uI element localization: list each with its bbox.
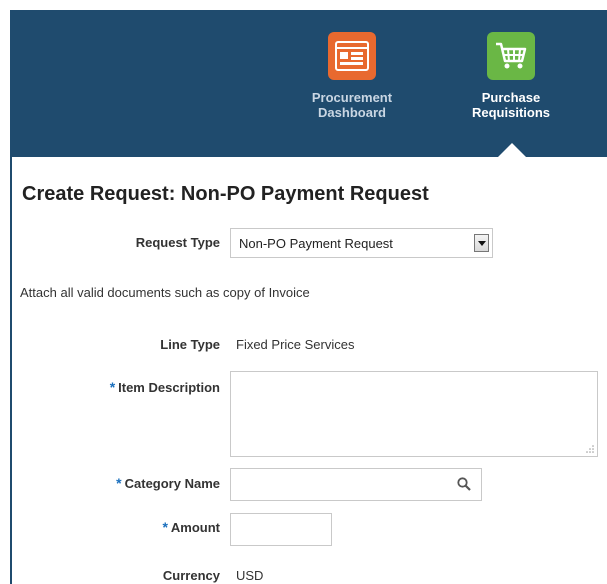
required-indicator: *	[116, 475, 122, 491]
required-indicator: *	[162, 519, 168, 535]
category-name-label: * Category Name	[116, 475, 220, 491]
nav-purchase-label: Purchase Requisitions	[471, 90, 550, 120]
attach-note: Attach all valid documents such as copy …	[20, 285, 310, 300]
app-header: Procurement Dashboard Purchase Requisiti…	[10, 10, 607, 157]
page-title: Create Request: Non-PO Payment Request	[22, 183, 429, 205]
search-icon[interactable]	[457, 477, 471, 491]
chevron-down-icon[interactable]	[474, 234, 489, 252]
nav-procurement-dashboard[interactable]: Procurement Dashboard	[292, 32, 412, 120]
top-strip	[0, 0, 607, 10]
currency-label: Currency	[162, 568, 220, 583]
request-type-value: Non-PO Payment Request	[239, 236, 393, 251]
amount-field[interactable]	[230, 513, 332, 546]
main-content: Create Request: Non-PO Payment Request R…	[12, 157, 607, 584]
dashboard-icon	[328, 32, 376, 80]
item-description-field[interactable]	[230, 371, 598, 457]
amount-label: * Amount	[162, 519, 220, 535]
currency-value: USD	[236, 568, 264, 583]
shopping-cart-icon	[487, 32, 535, 80]
selected-nav-pointer	[498, 143, 526, 157]
category-name-field[interactable]	[230, 468, 482, 501]
resize-handle-icon[interactable]	[586, 445, 594, 453]
line-type-value: Fixed Price Services	[236, 337, 355, 352]
nav-purchase-requisitions[interactable]: Purchase Requisitions	[451, 32, 571, 120]
request-type-label: Request Type	[135, 235, 220, 250]
required-indicator: *	[109, 379, 116, 395]
nav-procurement-label: Procurement Dashboard	[311, 90, 393, 120]
line-type-label: Line Type	[160, 337, 220, 352]
item-description-label: * Item Description	[109, 379, 220, 395]
request-type-select[interactable]: Non-PO Payment Request	[230, 228, 493, 258]
